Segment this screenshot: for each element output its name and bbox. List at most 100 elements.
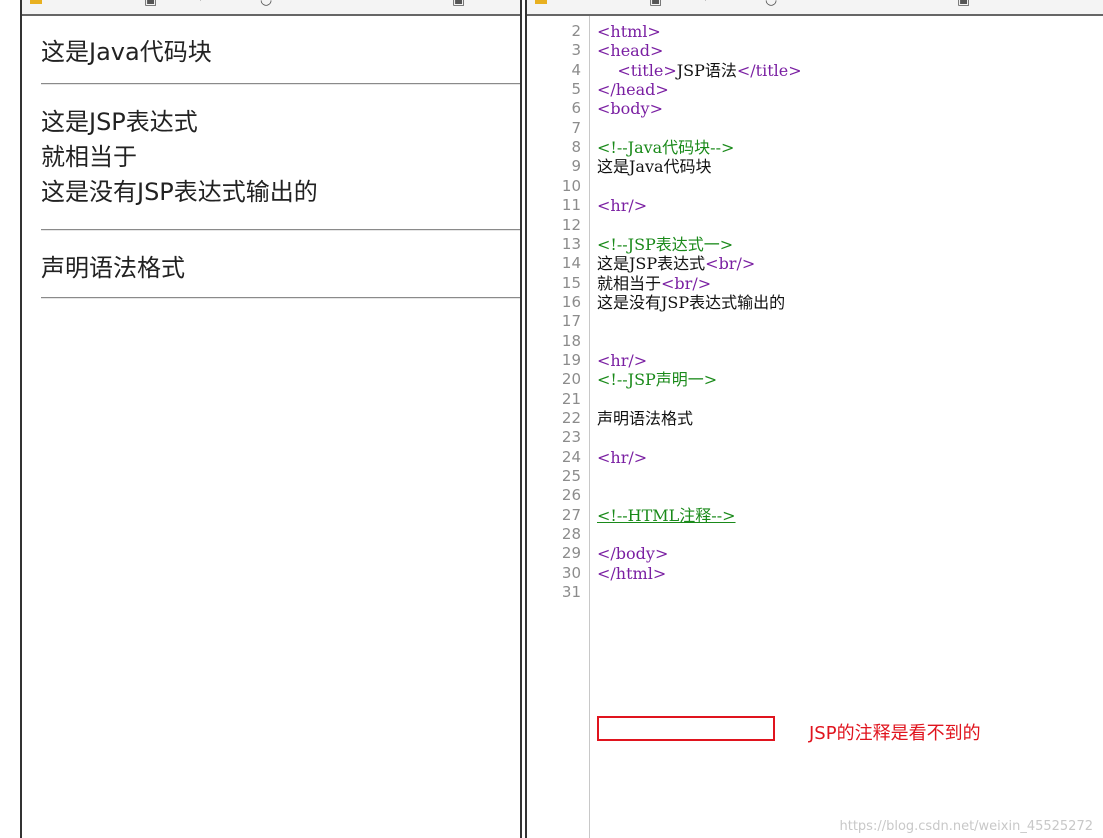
save-icon[interactable]: ▣: [144, 0, 157, 8]
line-number: 27: [561, 506, 581, 524]
code-token: </html>: [597, 564, 667, 583]
code-token: </body>: [597, 544, 669, 563]
code-token: 这是没有JSP表达式输出的: [597, 293, 786, 312]
line-number: 2: [571, 22, 581, 40]
code-line[interactable]: <html>: [597, 22, 661, 41]
code-token: <head>: [597, 41, 664, 60]
line-number: 15: [561, 274, 581, 292]
code-editor-pane[interactable]: ▔ ▣ ◜ ◡ ▣ 2 3 4 5 6 7 8 9 10 11 12 13 14 15 16 17 18 19 20…: [525, 0, 1103, 838]
line-number: 20: [561, 370, 581, 388]
rendered-expr-line1: 这是JSP表达式: [41, 108, 198, 136]
editor-toolbar: ▔ ▣ ◜ ◡ ▣: [527, 0, 1103, 16]
line-number: 23: [561, 428, 581, 446]
line-number: 13: [561, 235, 581, 253]
line-number: 7: [571, 119, 581, 137]
code-line[interactable]: <head>: [597, 41, 663, 60]
code-token: <!--JSP表达式一>: [597, 235, 734, 254]
rendered-declaration-text: 声明语法格式: [41, 254, 185, 282]
watermark: https://blog.csdn.net/weixin_45525272: [839, 819, 1093, 834]
hidden-comment-highlight-box: [597, 716, 775, 741]
line-number: 18: [561, 332, 581, 350]
code-line[interactable]: <!--HTML注释-->: [597, 506, 736, 525]
rendered-java-block-text: 这是Java代码块: [41, 38, 212, 66]
line-number: 26: [561, 486, 581, 504]
code-line[interactable]: <!--Java代码块-->: [597, 138, 734, 157]
rendered-hr-3: [41, 297, 520, 299]
code-line[interactable]: 声明语法格式: [597, 409, 693, 428]
code-line[interactable]: </html>: [597, 564, 666, 583]
toolbar-label-icon[interactable]: ▔: [66, 0, 77, 8]
undo-icon[interactable]: ◜: [200, 0, 205, 8]
line-number: 3: [571, 41, 581, 59]
stop-icon[interactable]: ▣: [957, 0, 970, 8]
line-number: 19: [561, 351, 581, 369]
line-number: 9: [571, 157, 581, 175]
line-number: 24: [561, 448, 581, 466]
code-line[interactable]: <!--JSP表达式一>: [597, 235, 733, 254]
line-number: 8: [571, 138, 581, 156]
annotation-label: JSP的注释是看不到的: [809, 723, 981, 744]
code-line[interactable]: 这是JSP表达式<br/>: [597, 254, 755, 273]
line-number: 29: [561, 544, 581, 562]
code-token: <hr/>: [597, 448, 648, 467]
line-number: 30: [561, 564, 581, 582]
code-token: </title>: [736, 61, 802, 80]
code-line[interactable]: <body>: [597, 99, 663, 118]
save-icon[interactable]: ▣: [649, 0, 662, 8]
line-number: 6: [571, 99, 581, 117]
rendered-expr-line2: 就相当于: [41, 143, 137, 171]
code-token: <hr/>: [597, 196, 648, 215]
line-number: 25: [561, 467, 581, 485]
code-line[interactable]: <!--JSP声明一>: [597, 370, 717, 389]
code-token: <!--Java代码块-->: [597, 138, 735, 157]
line-number: 11: [561, 196, 581, 214]
code-token: <!--JSP声明一>: [597, 370, 718, 389]
line-number: 28: [561, 525, 581, 543]
code-token: JSP语法: [676, 61, 737, 80]
browser-preview-pane: ▔ ▣ ◜ ◡ ▣ 这是Java代码块 这是JSP表达式 就相当于 这是没有JS…: [20, 0, 522, 838]
folder-icon[interactable]: [30, 0, 42, 4]
refresh-icon[interactable]: ◡: [765, 0, 777, 8]
code-line[interactable]: 这是Java代码块: [597, 157, 712, 176]
folder-icon[interactable]: [535, 0, 547, 4]
line-number: 21: [561, 390, 581, 408]
undo-icon[interactable]: ◜: [705, 0, 710, 8]
code-line[interactable]: <title>JSP语法</title>: [597, 61, 802, 80]
line-number: 10: [561, 177, 581, 195]
line-number: 12: [561, 216, 581, 234]
stop-icon[interactable]: ▣: [452, 0, 465, 8]
code-token: <body>: [597, 99, 663, 118]
code-line[interactable]: </body>: [597, 544, 668, 563]
rendered-hr-1: [41, 83, 520, 85]
code-line[interactable]: 就相当于<br/>: [597, 274, 711, 293]
code-token: 这是JSP表达式: [597, 254, 706, 273]
refresh-icon[interactable]: ◡: [260, 0, 272, 8]
line-number: 4: [571, 61, 581, 79]
code-token: <html>: [597, 22, 661, 41]
line-number: 22: [561, 409, 581, 427]
code-token: </head>: [597, 80, 669, 99]
code-line[interactable]: <hr/>: [597, 351, 647, 370]
line-number: 17: [561, 312, 581, 330]
toolbar-label-icon[interactable]: ▔: [571, 0, 582, 8]
code-line[interactable]: <hr/>: [597, 196, 647, 215]
code-line[interactable]: </head>: [597, 80, 669, 99]
code-token: 就相当于: [597, 274, 662, 293]
code-token: <br/>: [661, 274, 712, 293]
line-number-gutter: 2 3 4 5 6 7 8 9 10 11 12 13 14 15 16 17 18 19 20 21 22 23 24 25…: [527, 16, 590, 838]
code-token: <br/>: [705, 254, 756, 273]
code-line[interactable]: 这是没有JSP表达式输出的: [597, 293, 785, 312]
code-token: 声明语法格式: [597, 409, 694, 428]
code-line[interactable]: <hr/>: [597, 448, 647, 467]
rendered-hr-2: [41, 229, 520, 231]
line-number: 14: [561, 254, 581, 272]
rendered-expr-line3: 这是没有JSP表达式输出的: [41, 178, 318, 206]
line-number: 16: [561, 293, 581, 311]
code-token: <hr/>: [597, 351, 648, 370]
code-token: <title>: [617, 61, 677, 80]
line-number: 5: [571, 80, 581, 98]
line-number: 31: [561, 583, 581, 601]
preview-toolbar: ▔ ▣ ◜ ◡ ▣: [22, 0, 520, 16]
code-token: <!--HTML注释-->: [597, 506, 736, 525]
